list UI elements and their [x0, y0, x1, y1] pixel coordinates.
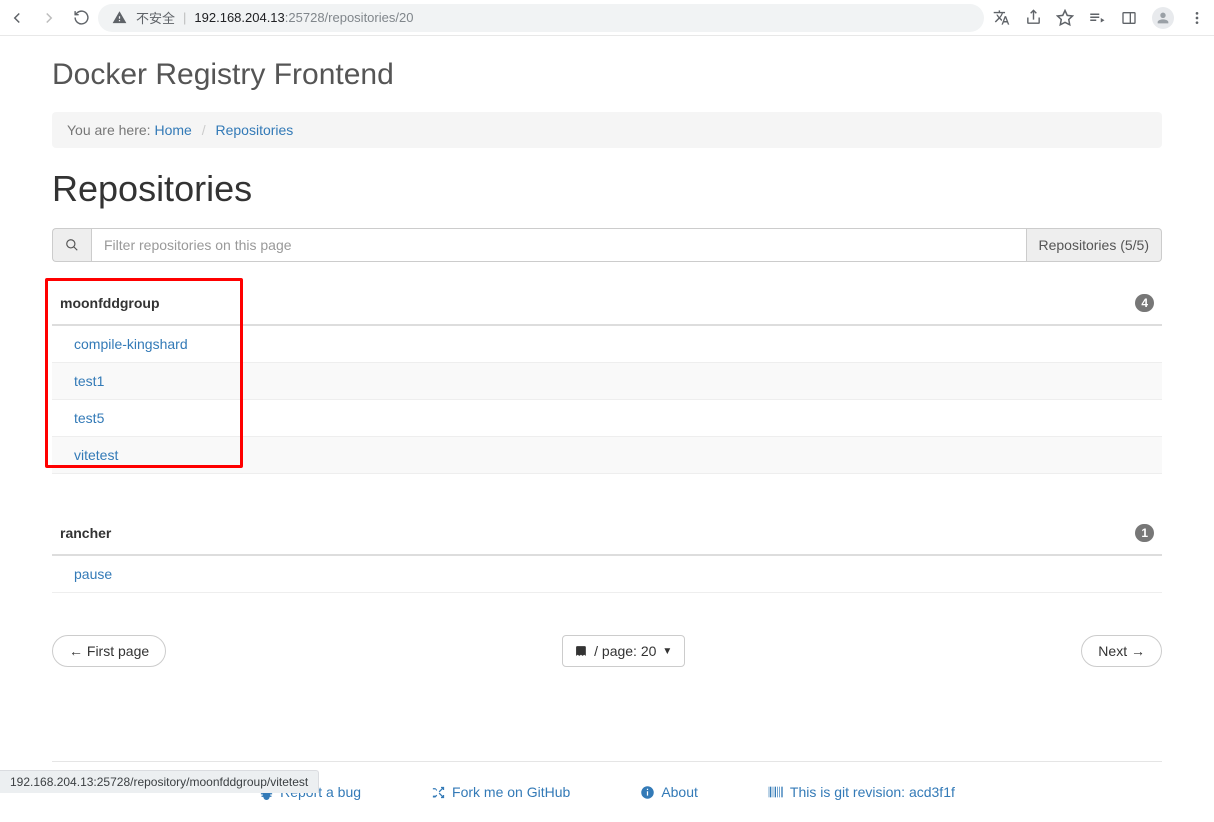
caret-down-icon: ▼ — [662, 646, 672, 657]
next-page-button[interactable]: Next → — [1081, 635, 1162, 667]
browser-toolbar: 不安全 | 192.168.204.13:25728/repositories/… — [0, 0, 1214, 36]
group-name: moonfddgroup — [60, 295, 160, 311]
first-page-button[interactable]: ← First page — [52, 635, 166, 667]
breadcrumb-home[interactable]: Home — [154, 122, 191, 138]
shuffle-icon — [431, 785, 446, 800]
group-count-badge: 4 — [1135, 294, 1154, 312]
repo-link[interactable]: vitetest — [74, 447, 118, 463]
breadcrumb-current[interactable]: Repositories — [215, 122, 293, 138]
repo-link[interactable]: compile-kingshard — [74, 336, 188, 352]
fork-github-link[interactable]: Fork me on GitHub — [431, 784, 570, 800]
profile-avatar[interactable] — [1152, 7, 1174, 29]
repo-item: compile-kingshard — [52, 326, 1162, 363]
reload-icon[interactable] — [72, 9, 90, 27]
repo-item: vitetest — [52, 437, 1162, 474]
share-icon[interactable] — [1024, 9, 1042, 27]
group-count-badge: 1 — [1135, 524, 1154, 542]
pagination: ← First page / page: 20 ▼ Next → — [52, 635, 1162, 667]
filter-input[interactable] — [91, 228, 1027, 262]
address-bar[interactable]: 不安全 | 192.168.204.13:25728/repositories/… — [98, 4, 984, 32]
repo-item: test5 — [52, 400, 1162, 437]
app-title: Docker Registry Frontend — [52, 58, 1162, 92]
panel-icon[interactable] — [1120, 9, 1138, 27]
back-icon[interactable] — [8, 9, 26, 27]
per-page-select[interactable]: / page: 20 ▼ — [562, 635, 685, 667]
forward-icon[interactable] — [40, 9, 58, 27]
translate-icon[interactable] — [992, 9, 1010, 27]
per-page-label: / page: 20 — [594, 643, 656, 659]
info-icon — [640, 785, 655, 800]
breadcrumb: You are here: Home / Repositories — [52, 112, 1162, 148]
not-secure-icon — [110, 9, 128, 27]
page-heading: Repositories — [52, 168, 1162, 210]
status-bar: 192.168.204.13:25728/repository/moonfddg… — [0, 770, 319, 793]
book-icon — [575, 644, 588, 658]
star-icon[interactable] — [1056, 9, 1074, 27]
repo-group: moonfddgroup 4 compile-kingshard test1 t… — [52, 280, 1162, 474]
url-text: 192.168.204.13:25728/repositories/20 — [194, 10, 413, 25]
git-revision-link[interactable]: This is git revision: acd3f1f — [768, 784, 955, 800]
repo-group: rancher 1 pause — [52, 510, 1162, 593]
barcode-icon — [768, 785, 784, 799]
repo-link[interactable]: test5 — [74, 410, 104, 426]
about-link[interactable]: About — [640, 784, 698, 800]
repo-link[interactable]: pause — [74, 566, 112, 582]
playlist-icon[interactable] — [1088, 9, 1106, 27]
repo-item: pause — [52, 556, 1162, 593]
not-secure-label: 不安全 — [136, 8, 175, 27]
repo-count-label: Repositories (5/5) — [1027, 228, 1163, 262]
repo-link[interactable]: test1 — [74, 373, 104, 389]
group-name: rancher — [60, 525, 111, 541]
filter-bar: Repositories (5/5) — [52, 228, 1162, 262]
kebab-menu-icon[interactable] — [1188, 9, 1206, 27]
breadcrumb-prefix: You are here: — [67, 122, 154, 138]
repo-item: test1 — [52, 363, 1162, 400]
search-icon — [52, 228, 91, 262]
